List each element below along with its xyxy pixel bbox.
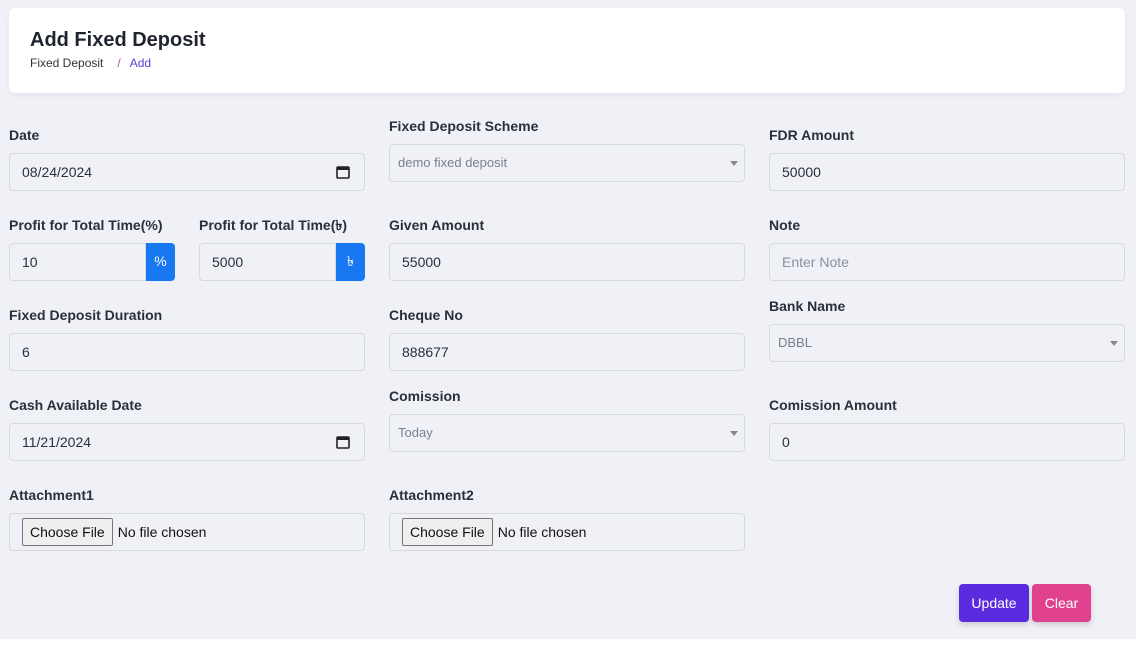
scheme-label: Fixed Deposit Scheme: [389, 118, 539, 134]
profit-taka-field: Profit for Total Time(৳) 5000 ৳: [199, 215, 365, 281]
scheme-value: demo fixed deposit: [398, 155, 508, 170]
date-value: 08/24/2024: [22, 164, 93, 180]
file-status: No file chosen: [497, 524, 587, 540]
date-label: Date: [9, 127, 40, 143]
attachment1-input[interactable]: Choose File No file chosen: [9, 513, 365, 551]
fdr-amount-label: FDR Amount: [769, 127, 855, 143]
taka-addon: ৳: [336, 243, 365, 281]
breadcrumb-separator: /: [117, 56, 121, 70]
update-button[interactable]: Update: [959, 584, 1029, 622]
page-header: Add Fixed Deposit Fixed Deposit / Add: [9, 8, 1125, 93]
scheme-select[interactable]: demo fixed deposit: [389, 144, 745, 182]
duration-label: Fixed Deposit Duration: [9, 307, 163, 323]
breadcrumb-add: Add: [129, 56, 152, 70]
date-field: Date 08/24/2024: [9, 125, 365, 191]
commission-value: Today: [398, 425, 433, 440]
cash-available-date-value: 11/21/2024: [22, 434, 92, 450]
commission-label: Comission: [389, 388, 461, 404]
calendar-icon[interactable]: [336, 435, 350, 449]
profit-percent-input[interactable]: 10: [9, 243, 146, 281]
fdr-amount-field: FDR Amount 50000: [769, 125, 1125, 191]
bank-name-select[interactable]: DBBL: [769, 324, 1125, 362]
bank-name-label: Bank Name: [769, 298, 846, 314]
bank-name-field: Bank Name DBBL: [769, 296, 1125, 362]
fdr-amount-input[interactable]: 50000: [769, 153, 1125, 191]
cash-available-date-field: Cash Available Date 11/21/2024: [9, 395, 365, 461]
commission-amount-input[interactable]: 0: [769, 423, 1125, 461]
file-status: No file chosen: [117, 524, 207, 540]
page-title: Add Fixed Deposit: [30, 29, 206, 51]
note-label: Note: [769, 217, 801, 233]
duration-field: Fixed Deposit Duration 6: [9, 305, 365, 371]
commission-field: Comission Today: [389, 386, 745, 452]
chevron-down-icon: [730, 161, 738, 166]
profit-taka-label: Profit for Total Time(৳): [199, 217, 348, 233]
profit-percent-label: Profit for Total Time(%): [9, 217, 163, 233]
given-amount-label: Given Amount: [389, 217, 485, 233]
scheme-field: Fixed Deposit Scheme demo fixed deposit: [389, 116, 745, 182]
choose-file-button[interactable]: Choose File: [22, 518, 113, 546]
profit-taka-input[interactable]: 5000: [199, 243, 336, 281]
attachment2-input[interactable]: Choose File No file chosen: [389, 513, 745, 551]
attachment2-label: Attachment2: [389, 487, 474, 503]
duration-input[interactable]: 6: [9, 333, 365, 371]
choose-file-button[interactable]: Choose File: [402, 518, 493, 546]
chevron-down-icon: [1110, 341, 1118, 346]
note-input[interactable]: Enter Note: [769, 243, 1125, 281]
chevron-down-icon: [730, 431, 738, 436]
given-amount-input[interactable]: 55000: [389, 243, 745, 281]
cheque-no-label: Cheque No: [389, 307, 463, 323]
date-input[interactable]: 08/24/2024: [9, 153, 365, 191]
given-amount-field: Given Amount 55000: [389, 215, 745, 281]
attachment2-field: Attachment2 Choose File No file chosen: [389, 485, 745, 551]
cheque-no-input[interactable]: 888677: [389, 333, 745, 371]
note-field: Note Enter Note: [769, 215, 1125, 281]
calendar-icon[interactable]: [336, 165, 350, 179]
commission-select[interactable]: Today: [389, 414, 745, 452]
cheque-no-field: Cheque No 888677: [389, 305, 745, 371]
clear-button[interactable]: Clear: [1032, 584, 1091, 622]
commission-amount-label: Comission Amount: [769, 397, 897, 413]
commission-amount-field: Comission Amount 0: [769, 395, 1125, 461]
breadcrumb-fixed-deposit[interactable]: Fixed Deposit: [30, 56, 103, 70]
percent-addon: %: [146, 243, 175, 281]
attachment1-label: Attachment1: [9, 487, 94, 503]
profit-percent-field: Profit for Total Time(%) 10 %: [9, 215, 175, 281]
cash-available-date-input[interactable]: 11/21/2024: [9, 423, 365, 461]
attachment1-field: Attachment1 Choose File No file chosen: [9, 485, 365, 551]
cash-available-date-label: Cash Available Date: [9, 397, 142, 413]
bank-name-value: DBBL: [778, 335, 812, 350]
breadcrumb: Fixed Deposit / Add: [30, 56, 151, 70]
